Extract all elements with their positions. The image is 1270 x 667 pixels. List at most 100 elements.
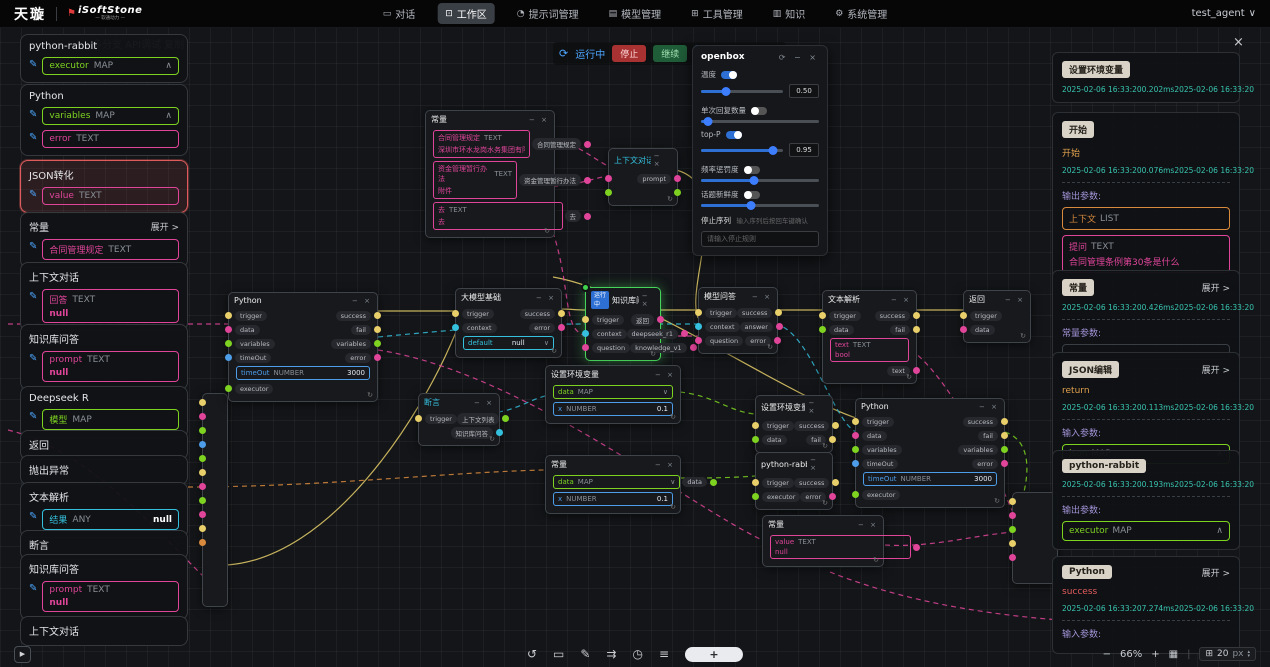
palette-card-抛出异常[interactable]: 抛出异常: [20, 455, 188, 485]
flow-node-Python[interactable]: Python− ×triggersuccessdatafailvariables…: [228, 292, 378, 402]
input-port[interactable]: executor: [752, 492, 800, 502]
slider-knob[interactable]: [704, 117, 713, 126]
input-port[interactable]: [1009, 512, 1016, 519]
flow-node-常量[interactable]: 常量− ×合同管理规定TEXT深圳市环水龙岗水务集团有限公司合同管理规定资金管理…: [425, 110, 555, 238]
output-port[interactable]: error: [529, 323, 565, 333]
nav-item-系统管理[interactable]: ⚙系统管理: [827, 3, 895, 24]
flow-node-文本解析[interactable]: 文本解析− ×triggersuccessdatafailtextTEXTboo…: [822, 290, 917, 384]
node-window-icons[interactable]: − ×: [891, 296, 911, 304]
input-port[interactable]: trigger: [960, 311, 1002, 321]
output-port[interactable]: prompt: [637, 174, 681, 184]
node-field[interactable]: 资金管理暂行办法TEXT附件: [433, 161, 517, 199]
node-field[interactable]: dataMAP∨: [553, 475, 680, 489]
slider-track[interactable]: [701, 90, 783, 93]
resume-button[interactable]: 继续: [653, 45, 687, 62]
flow-node-大模型基础[interactable]: 大模型基础− ×triggersuccesscontexterrordefaul…: [455, 288, 562, 358]
flow-node-python-rabbit[interactable]: python-rabbit− ×triggersuccessexecutorer…: [755, 452, 833, 510]
output-port[interactable]: 去: [565, 210, 592, 222]
output-port[interactable]: error: [800, 492, 836, 502]
edit-pencil-icon[interactable]: ✎: [29, 109, 37, 120]
node-field[interactable]: xNUMBER0.1: [553, 492, 673, 506]
edit-pencil-icon[interactable]: ✎: [29, 511, 37, 522]
node-field[interactable]: dataMAP∨: [553, 385, 673, 399]
node-field[interactable]: defaultnull∨: [463, 336, 554, 350]
slider-knob[interactable]: [721, 87, 730, 96]
grid-size-control[interactable]: ⊞ 20 px ▴▾: [1199, 647, 1256, 661]
result-card-Python[interactable]: Python展开 >success2025-02-06 16:33:207.27…: [1052, 556, 1240, 654]
flow-node-模型问答[interactable]: 模型问答− ×triggersuccesscontextanswerquesti…: [698, 287, 778, 354]
input-port[interactable]: variables: [225, 339, 275, 349]
palette-field[interactable]: valueTEXT: [42, 187, 179, 205]
node-field[interactable]: timeOutNUMBER3000: [236, 366, 370, 380]
node-field[interactable]: xNUMBER0.1: [553, 402, 673, 416]
output-port[interactable]: success: [520, 309, 565, 319]
expand-link[interactable]: 展开 >: [1202, 281, 1230, 294]
output-port[interactable]: [913, 544, 920, 551]
palette-field[interactable]: 模型MAP: [42, 409, 179, 430]
user-menu[interactable]: test_agent ∨: [1192, 8, 1256, 19]
output-port[interactable]: fail: [890, 325, 920, 335]
nav-item-工作区[interactable]: ⊡工作区: [437, 3, 495, 24]
input-port[interactable]: executor: [225, 384, 273, 394]
output-port[interactable]: success: [963, 417, 1008, 427]
input-port[interactable]: [199, 539, 206, 546]
input-port[interactable]: [605, 175, 612, 182]
edit-pencil-icon[interactable]: ✎: [29, 353, 37, 364]
palette-field[interactable]: executorMAP∧: [42, 57, 179, 75]
stop-sequence-input[interactable]: [701, 231, 819, 247]
grid-toggle-icon[interactable]: ▦: [1169, 649, 1178, 660]
edit-pencil-icon[interactable]: ✎: [29, 583, 37, 594]
output-port[interactable]: success: [794, 478, 839, 488]
node-window-icons[interactable]: − ×: [810, 456, 827, 472]
output-port[interactable]: fail: [978, 431, 1008, 441]
flow-node[interactable]: [202, 393, 228, 607]
edit-pencil-icon[interactable]: ✎: [29, 241, 37, 252]
output-port[interactable]: knowledge_v1: [630, 343, 696, 353]
palette-field[interactable]: 结果ANYnull: [42, 509, 179, 530]
result-card-开始[interactable]: 开始开始2025-02-06 16:33:200.076ms2025-02-06…: [1052, 112, 1240, 282]
palette-field[interactable]: variablesMAP∧: [42, 107, 179, 125]
input-port[interactable]: data: [225, 325, 260, 335]
palette-field[interactable]: promptTEXTnull: [42, 581, 179, 612]
node-window-icons[interactable]: − ×: [352, 297, 372, 305]
input-port[interactable]: context: [695, 322, 740, 332]
toggle-switch[interactable]: [744, 191, 760, 199]
flow-node-常量[interactable]: 常量− ×valueTEXTnull↻: [762, 515, 884, 567]
expand-link[interactable]: 展开 >: [1202, 566, 1230, 579]
node-window-icons[interactable]: − ×: [655, 461, 675, 469]
input-port[interactable]: question: [582, 343, 630, 353]
node-window-icons[interactable]: − ×: [655, 371, 675, 379]
flow-node-返回[interactable]: 返回− ×triggerdata↻: [963, 290, 1031, 343]
input-port[interactable]: trigger: [752, 478, 794, 488]
input-port[interactable]: context: [582, 329, 627, 339]
flow-node-设置环境变量[interactable]: 设置环境变量− ×triggersuccessdatafail↻: [755, 395, 833, 453]
input-port[interactable]: [1009, 540, 1016, 547]
nav-item-知识[interactable]: ▥知识: [765, 3, 814, 24]
edit-pencil-icon[interactable]: ✎: [29, 132, 37, 143]
edit-pencil-icon[interactable]: ✎: [29, 59, 37, 70]
nav-item-对话[interactable]: ▭对话: [375, 3, 424, 24]
flow-node-上下文对话[interactable]: 上下文对话− ×prompt↻: [608, 148, 678, 206]
output-port[interactable]: error: [972, 459, 1008, 469]
output-port[interactable]: error: [745, 336, 781, 346]
palette-card-常量[interactable]: 常量展开 >✎合同管理规定TEXT: [20, 212, 188, 268]
output-port[interactable]: success: [336, 311, 381, 321]
output-port[interactable]: success: [875, 311, 920, 321]
slider-track[interactable]: [701, 149, 783, 152]
input-port[interactable]: question: [695, 336, 743, 346]
annotate-icon[interactable]: ✎: [580, 647, 590, 661]
nav-item-工具管理[interactable]: ⊞工具管理: [683, 3, 751, 24]
flow-canvas[interactable]: 多分支 API调试 复制 Python− ×triggersuccessdata…: [0, 0, 1270, 667]
slider-knob[interactable]: [750, 176, 759, 185]
slider-track[interactable]: [701, 204, 819, 207]
palette-field[interactable]: 合同管理规定TEXT: [42, 239, 179, 260]
input-port[interactable]: trigger: [752, 421, 794, 431]
edit-pencil-icon[interactable]: ✎: [29, 411, 37, 422]
input-port[interactable]: [1009, 498, 1016, 505]
input-port[interactable]: data: [819, 325, 854, 335]
palette-field[interactable]: errorTEXT: [42, 130, 179, 148]
edit-pencil-icon[interactable]: ✎: [29, 291, 37, 302]
input-port[interactable]: trigger: [852, 417, 894, 427]
palette-card-知识库问答[interactable]: 知识库问答✎promptTEXTnull: [20, 554, 188, 620]
toggle-switch[interactable]: [721, 71, 737, 79]
